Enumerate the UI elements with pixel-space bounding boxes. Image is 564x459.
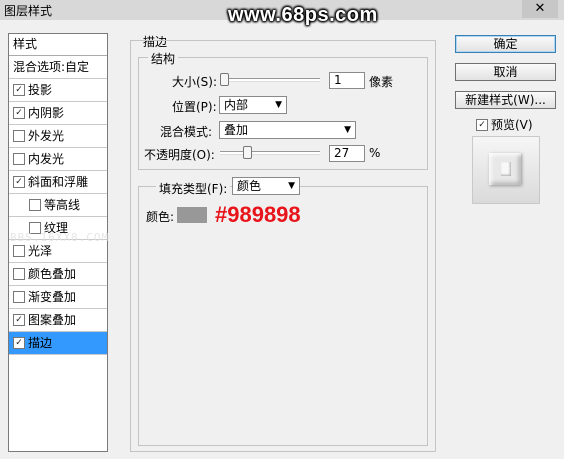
chevron-down-icon: ▼: [344, 125, 351, 135]
style-item[interactable]: 内发光: [9, 148, 107, 171]
color-hex-annotation: #989898: [215, 202, 301, 227]
style-checkbox[interactable]: [13, 290, 25, 303]
fill-type-label: 填充类型(F):: [156, 180, 231, 197]
style-item-label: 投影: [28, 83, 53, 97]
close-button[interactable]: ✕: [522, 0, 558, 18]
preview-toggle[interactable]: ✓ 预览(V): [476, 116, 533, 133]
style-item[interactable]: ✓ 描边: [9, 332, 107, 355]
blend-mode-label: 混合模式:: [160, 125, 213, 139]
style-checkbox[interactable]: [13, 129, 25, 142]
style-checkbox[interactable]: [13, 267, 25, 280]
styles-header[interactable]: 样式: [9, 34, 107, 56]
size-label: 大小(S):: [172, 75, 218, 89]
style-checkbox[interactable]: ✓: [13, 336, 25, 349]
watermark-text: www.68ps.com: [228, 4, 378, 26]
preview-checkbox[interactable]: ✓: [476, 118, 488, 131]
style-item-label: 光泽: [28, 244, 53, 258]
cancel-button[interactable]: 取消: [455, 63, 556, 81]
style-item[interactable]: ✓ 斜面和浮雕: [9, 171, 107, 194]
style-item[interactable]: 混合选项:自定: [9, 56, 107, 79]
size-input[interactable]: 1: [329, 72, 365, 89]
blend-mode-select[interactable]: 叠加 ▼: [219, 121, 356, 139]
style-item[interactable]: ✓ 图案叠加: [9, 309, 107, 332]
style-item[interactable]: 外发光: [9, 125, 107, 148]
style-item-label: 颜色叠加: [28, 267, 77, 281]
opacity-slider[interactable]: [220, 151, 320, 155]
style-item[interactable]: 颜色叠加: [9, 263, 107, 286]
preview-thumbnail: [489, 153, 521, 185]
color-label: 颜色:: [146, 210, 175, 224]
style-item[interactable]: ✓ 投影: [9, 79, 107, 102]
style-item-label: 内阴影: [28, 106, 65, 120]
style-item-label: 图案叠加: [28, 313, 77, 327]
style-item-label: 渐变叠加: [28, 290, 77, 304]
blend-mode-value: 叠加: [224, 123, 249, 137]
style-checkbox[interactable]: [13, 244, 25, 257]
chevron-down-icon: ▼: [288, 181, 295, 191]
window-title: 图层样式: [4, 4, 53, 18]
fill-type-value: 颜色: [237, 179, 262, 193]
position-value: 内部: [224, 98, 249, 112]
title-bar: 图层样式 www.68ps.com ✕: [0, 0, 564, 26]
structure-title: 结构: [148, 50, 179, 67]
style-preview: [472, 136, 540, 204]
position-select[interactable]: 内部 ▼: [219, 96, 287, 114]
style-item-label: 描边: [28, 336, 53, 350]
style-item[interactable]: 渐变叠加: [9, 286, 107, 309]
position-label: 位置(P):: [172, 100, 217, 114]
style-checkbox[interactable]: ✓: [13, 175, 25, 188]
style-checkbox[interactable]: [13, 152, 25, 165]
fill-type-select[interactable]: 颜色 ▼: [232, 177, 300, 195]
style-checkbox[interactable]: [29, 198, 41, 211]
style-item[interactable]: ✓ 内阴影: [9, 102, 107, 125]
style-checkbox[interactable]: ✓: [13, 83, 25, 96]
preview-shape: [501, 162, 511, 176]
style-item-label: 外发光: [28, 129, 65, 143]
size-slider-thumb[interactable]: [220, 73, 229, 86]
new-style-button[interactable]: 新建样式(W)...: [455, 91, 556, 109]
style-item-label: 内发光: [28, 152, 65, 166]
color-swatch[interactable]: [177, 207, 207, 223]
size-slider[interactable]: [220, 78, 320, 82]
opacity-unit: %: [369, 146, 381, 160]
style-checkbox[interactable]: ✓: [13, 106, 25, 119]
opacity-slider-thumb[interactable]: [243, 146, 252, 159]
style-item-label: 等高线: [44, 198, 81, 212]
style-item-label: 混合选项:自定: [13, 60, 90, 74]
size-unit: 像素: [369, 75, 394, 89]
style-item[interactable]: 等高线: [9, 194, 107, 217]
ok-button[interactable]: 确定: [455, 35, 556, 53]
style-item-label: 斜面和浮雕: [28, 175, 89, 189]
styles-items: 混合选项:自定 ✓ 投影 ✓ 内阴影 外发光 内发光 ✓ 斜面和浮雕 等高线 纹理 光泽 颜色叠加 渐变叠…: [9, 56, 107, 355]
preview-label: 预览(V): [491, 118, 533, 132]
opacity-label: 不透明度(O):: [144, 148, 215, 162]
style-checkbox[interactable]: ✓: [13, 313, 25, 326]
chevron-down-icon: ▼: [275, 100, 282, 110]
overlay-watermark: BBS.16XX8.COM: [10, 231, 110, 244]
opacity-input[interactable]: 27: [329, 145, 365, 162]
